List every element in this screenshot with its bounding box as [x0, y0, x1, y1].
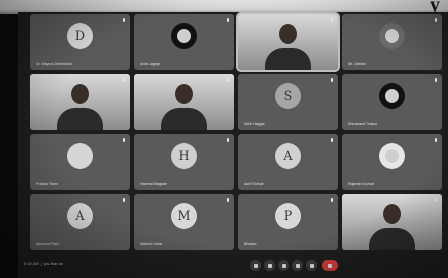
participant-name: Aarti Shinde	[244, 182, 264, 186]
participant-tile[interactable]: Anita Jagtap	[134, 14, 234, 70]
meeting-toolbar: 8:10 AM | jas-fbar-kn	[18, 255, 448, 278]
avatar-photo	[177, 29, 191, 43]
avatar	[379, 83, 405, 109]
muted-mic-icon	[330, 138, 333, 142]
participant-tile[interactable]: D Dr. Mayura Deshmukh	[30, 14, 130, 70]
participant-name: Prakhar Rane	[36, 182, 59, 186]
muted-mic-icon	[122, 138, 125, 142]
mic-icon[interactable]	[250, 260, 261, 271]
mic-icon-glyph	[253, 263, 258, 268]
muted-mic-icon	[122, 78, 125, 82]
person-head	[175, 84, 193, 104]
participant-tile[interactable]	[236, 12, 340, 72]
clock-label: 8:10 AM	[24, 261, 39, 266]
participant-name: Harshad Bagade	[140, 182, 167, 186]
avatar-photo	[385, 89, 399, 103]
participant-name: Mr. Jotiram	[348, 62, 366, 66]
end-call-icon[interactable]	[322, 260, 338, 271]
participant-name: Shivanand Thakur	[348, 122, 378, 126]
avatar	[379, 23, 405, 49]
more-icon-glyph	[309, 263, 314, 268]
muted-mic-icon	[226, 138, 229, 142]
meeting-time: 8:10 AM | jas-fbar-kn	[24, 261, 64, 266]
camera-icon-glyph	[267, 263, 272, 268]
avatar: P	[275, 203, 301, 229]
more-icon[interactable]	[306, 260, 317, 271]
participant-tile[interactable]: A Aarti Shinde	[238, 134, 338, 190]
present-icon[interactable]	[292, 260, 303, 271]
participant-tile[interactable]: Rajendra Kumar	[342, 134, 442, 190]
avatar: D	[67, 23, 93, 49]
participant-tile[interactable]: P Bhuban	[238, 194, 338, 250]
photo-frame: y D Dr. Mayura Deshmukh Anita Jagtap Mr. Jo…	[0, 0, 448, 278]
muted-mic-icon	[434, 78, 437, 82]
participant-tile[interactable]: Prakhar Rane	[30, 134, 130, 190]
avatar	[171, 23, 197, 49]
present-icon-glyph	[295, 263, 300, 268]
participant-tile[interactable]: S Sahil Haggal	[238, 74, 338, 130]
muted-mic-icon	[434, 198, 437, 202]
muted-mic-icon	[122, 198, 125, 202]
person-head	[383, 204, 401, 224]
participant-tile[interactable]	[30, 74, 130, 130]
muted-mic-icon	[226, 18, 229, 22]
muted-mic-icon	[226, 198, 229, 202]
participant-tile[interactable]: M Mahesh Vaira	[134, 194, 234, 250]
captions-icon[interactable]	[278, 260, 289, 271]
person-body	[161, 108, 207, 130]
participant-name: Anita Jagtap	[140, 62, 160, 66]
participant-tile[interactable]: A Apoorva Patel	[30, 194, 130, 250]
person-body	[265, 48, 311, 70]
participant-tile[interactable]	[342, 194, 442, 250]
muted-mic-icon	[122, 18, 125, 22]
meeting-window: D Dr. Mayura Deshmukh Anita Jagtap Mr. Joti…	[18, 12, 448, 278]
participant-name: Bhuban	[244, 242, 257, 246]
meeting-code: jas-fbar-kn	[44, 261, 64, 266]
muted-mic-icon	[434, 18, 437, 22]
person-head	[71, 84, 89, 104]
avatar-photo	[385, 149, 399, 163]
participant-name: Dr. Mayura Deshmukh	[36, 62, 72, 66]
avatar	[379, 143, 405, 169]
participant-name: Mahesh Vaira	[140, 242, 162, 246]
participant-tile[interactable]: Mr. Jotiram	[342, 14, 442, 70]
participant-name: Sahil Haggal	[244, 122, 265, 126]
person-body	[369, 228, 415, 250]
avatar: A	[67, 203, 93, 229]
avatar: M	[171, 203, 197, 229]
muted-mic-icon	[330, 78, 333, 82]
avatar	[67, 143, 93, 169]
avatar-photo	[385, 29, 399, 43]
end-call-icon-glyph	[328, 263, 332, 268]
avatar: H	[171, 143, 197, 169]
avatar: S	[275, 83, 301, 109]
participant-tile[interactable]	[134, 74, 234, 130]
captions-icon-glyph	[281, 263, 286, 268]
camera-icon[interactable]	[264, 260, 275, 271]
participant-tile[interactable]: H Harshad Bagade	[134, 134, 234, 190]
muted-mic-icon	[330, 198, 333, 202]
person-head	[279, 24, 297, 44]
participant-name: Rajendra Kumar	[348, 182, 375, 186]
muted-mic-icon	[434, 138, 437, 142]
muted-mic-icon	[226, 78, 229, 82]
person-body	[57, 108, 103, 130]
avatar: A	[275, 143, 301, 169]
muted-mic-icon	[330, 18, 333, 22]
participant-tile[interactable]: Shivanand Thakur	[342, 74, 442, 130]
participant-name: Apoorva Patel	[36, 242, 59, 246]
